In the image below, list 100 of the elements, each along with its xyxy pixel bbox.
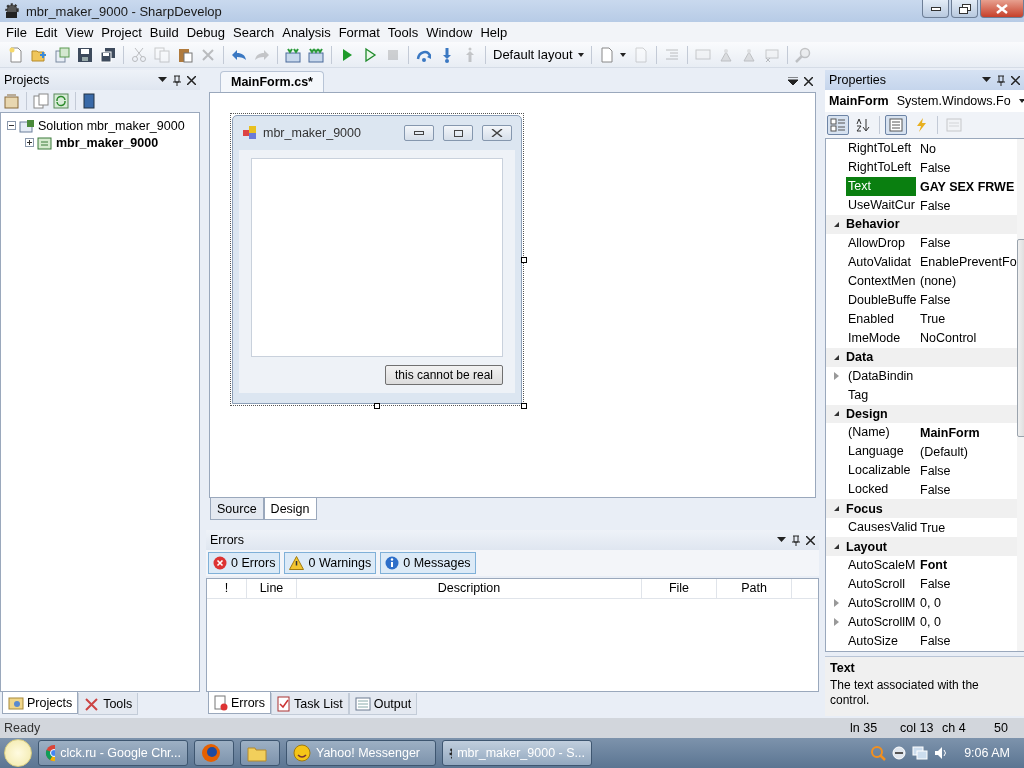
property-name[interactable]: AutoValidat xyxy=(846,252,916,272)
scrollbar[interactable] xyxy=(1016,139,1024,651)
menu-item[interactable]: File xyxy=(2,24,31,40)
menu-item[interactable]: Project xyxy=(97,24,146,40)
dropdown-icon[interactable] xyxy=(982,77,991,83)
property-value[interactable]: Font xyxy=(916,558,1017,573)
expander-icon[interactable] xyxy=(833,354,839,360)
property-name[interactable]: UseWaitCur xyxy=(846,196,916,215)
form-window[interactable]: mbr_maker_9000 this cannot be real xyxy=(232,115,522,404)
property-value[interactable]: MainForm xyxy=(916,425,1017,440)
resize-handle[interactable] xyxy=(374,403,380,409)
property-value[interactable]: True xyxy=(916,312,1017,327)
property-name[interactable]: (Name) xyxy=(846,423,916,443)
dropdown-icon[interactable] xyxy=(777,537,786,543)
property-name[interactable]: Tag xyxy=(846,385,916,405)
property-value[interactable]: False xyxy=(916,236,1017,251)
menu-item[interactable]: Edit xyxy=(30,24,62,40)
close-icon[interactable] xyxy=(1011,75,1020,85)
view-tab[interactable]: Design xyxy=(263,498,317,520)
book-icon[interactable] xyxy=(82,93,96,109)
expand-icon[interactable] xyxy=(25,138,34,147)
column-header[interactable]: Description xyxy=(297,579,642,598)
expander-icon[interactable] xyxy=(833,411,839,417)
view-tab[interactable]: Source xyxy=(210,498,264,520)
property-value[interactable]: False xyxy=(916,293,1017,308)
property-name[interactable]: RightToLeft xyxy=(846,139,916,158)
property-value[interactable]: (Default) xyxy=(916,444,1017,459)
property-name[interactable]: ContextMen xyxy=(846,271,916,291)
expander-icon[interactable] xyxy=(833,506,839,512)
taskbar-button[interactable] xyxy=(240,740,280,766)
maximize-button[interactable] xyxy=(443,125,473,141)
menu-item[interactable]: Search xyxy=(229,24,279,40)
property-name[interactable]: AutoScroll xyxy=(846,575,916,594)
panel-tab[interactable]: Task List xyxy=(271,693,349,715)
property-value[interactable]: EnablePreventFo xyxy=(916,255,1017,270)
property-value[interactable]: No xyxy=(916,141,1017,156)
object-selector[interactable]: MainForm System.Windows.Fo xyxy=(825,90,1024,112)
expander-icon[interactable] xyxy=(833,544,839,550)
property-name[interactable]: RightToLeft xyxy=(846,158,916,177)
property-name[interactable]: Enabled xyxy=(846,309,916,329)
column-header[interactable]: ! xyxy=(207,579,247,598)
refresh-icon[interactable] xyxy=(53,93,69,109)
close-icon[interactable] xyxy=(804,76,813,86)
property-name[interactable]: AutoSize xyxy=(846,632,916,651)
view-button[interactable] xyxy=(885,115,907,135)
property-name[interactable]: Locked xyxy=(846,480,916,500)
form-button[interactable]: this cannot be real xyxy=(385,365,503,385)
property-name[interactable]: AutoScrollM xyxy=(846,613,916,632)
property-value[interactable]: 0, 0 xyxy=(916,596,1017,611)
property-name[interactable]: AllowDrop xyxy=(846,233,916,253)
property-value[interactable]: GAY SEX FRWE xyxy=(916,179,1017,194)
panel-tab[interactable]: Projects xyxy=(2,692,79,714)
column-header[interactable]: Line xyxy=(247,579,297,598)
property-value[interactable]: True xyxy=(916,520,1017,535)
minimize-button[interactable] xyxy=(404,125,434,141)
menu-item[interactable]: Debug xyxy=(182,24,229,40)
property-name[interactable]: ImeMode xyxy=(846,328,916,348)
property-value[interactable]: (none) xyxy=(916,274,1017,289)
close-button[interactable] xyxy=(482,125,512,141)
pin-icon[interactable] xyxy=(173,74,181,86)
filter-button[interactable]: 0 Errors xyxy=(208,552,281,574)
minimize-button[interactable] xyxy=(922,0,949,18)
dropdown-icon[interactable] xyxy=(788,76,798,86)
document-tab[interactable]: MainForm.cs* xyxy=(220,71,324,92)
resize-handle[interactable] xyxy=(521,257,527,263)
property-name[interactable]: (DataBindin xyxy=(846,366,916,386)
filter-button[interactable]: 0 Warnings xyxy=(284,552,377,574)
close-icon[interactable] xyxy=(187,75,196,85)
property-name[interactable]: AutoScaleM xyxy=(846,556,916,575)
menu-item[interactable]: Window xyxy=(422,24,477,40)
menu-item[interactable]: Build xyxy=(145,24,183,40)
menu-item[interactable]: Analysis xyxy=(278,24,335,40)
taskbar-button[interactable] xyxy=(194,740,234,766)
close-icon[interactable] xyxy=(806,535,815,545)
panel-tab[interactable]: Tools xyxy=(78,693,139,715)
property-value[interactable]: False xyxy=(916,198,1017,213)
layout-dropdown[interactable]: Default layout xyxy=(491,44,586,65)
filter-button[interactable]: 0 Messages xyxy=(380,552,476,574)
menu-item[interactable]: Tools xyxy=(383,24,423,40)
menu-item[interactable]: Help xyxy=(476,24,512,40)
collapse-icon[interactable] xyxy=(7,121,16,130)
close-button[interactable] xyxy=(980,0,1024,18)
start-button[interactable] xyxy=(4,739,32,767)
panel-tab[interactable]: Errors xyxy=(208,692,272,714)
property-value[interactable]: 0, 0 xyxy=(916,615,1017,630)
property-name[interactable]: DoubleBuffe xyxy=(846,290,916,310)
tree-item[interactable]: mbr_maker_9000 xyxy=(56,135,159,150)
menu-item[interactable]: Format xyxy=(334,24,384,40)
property-name[interactable]: Text xyxy=(846,177,916,196)
tree-item[interactable]: Solution mbr_maker_9000 xyxy=(38,118,185,133)
dropdown-icon[interactable] xyxy=(158,77,167,83)
column-header[interactable]: Path xyxy=(717,579,792,598)
property-name[interactable]: Localizable xyxy=(846,461,916,481)
column-header[interactable]: File xyxy=(642,579,717,598)
panel-tab[interactable]: Output xyxy=(348,693,418,715)
property-value[interactable]: NoControl xyxy=(916,331,1017,346)
property-value[interactable]: False xyxy=(916,160,1017,175)
menu-item[interactable]: View xyxy=(61,24,98,40)
resize-handle[interactable] xyxy=(521,403,527,409)
pin-icon[interactable] xyxy=(792,534,800,546)
